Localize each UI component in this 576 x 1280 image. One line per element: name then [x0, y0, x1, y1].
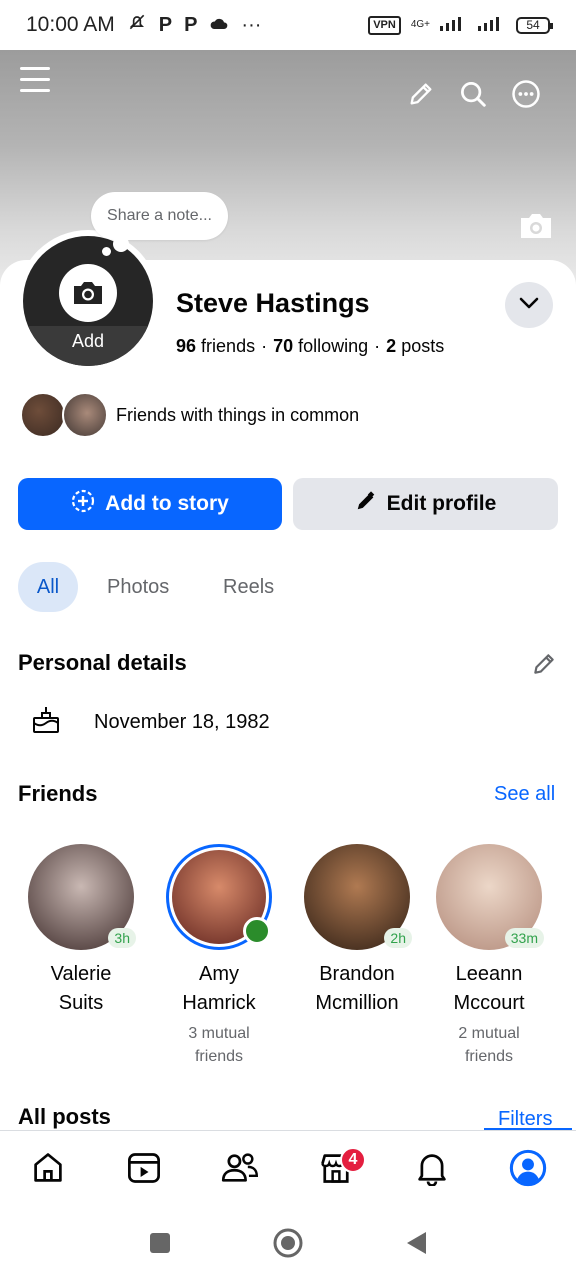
back-icon[interactable]	[404, 1230, 428, 1261]
friend-name-line1: Valerie	[50, 963, 112, 985]
notification-p-icon-2: P	[184, 13, 198, 36]
friends-in-common-text: Friends with things in common	[116, 404, 360, 425]
friend-avatar-4: 33m	[436, 844, 544, 950]
friend-avatar-2	[166, 844, 272, 950]
signal-icon	[440, 14, 468, 37]
friends-icon	[221, 1150, 259, 1191]
following-count[interactable]: 70	[273, 336, 293, 356]
nav-friends[interactable]	[192, 1131, 288, 1211]
friend-name-line2: Mcmillion	[315, 992, 399, 1014]
common-friend-avatar	[20, 392, 66, 438]
birthday-text: November 18, 1982	[94, 711, 270, 733]
bottom-nav: 4	[0, 1130, 576, 1210]
friend-name-line1: Amy	[199, 963, 239, 985]
friend-avatar-3: 2h	[304, 844, 412, 950]
tab-reels[interactable]: Reels	[223, 562, 274, 612]
home-circle-icon[interactable]	[272, 1227, 304, 1264]
friends-label[interactable]: friends	[201, 336, 255, 356]
note-bubble-tail-small	[102, 247, 111, 256]
note-bubble-tail	[113, 236, 129, 252]
profile-avatar[interactable]: Add	[17, 230, 159, 372]
recents-icon[interactable]	[148, 1231, 172, 1260]
video-icon	[126, 1150, 162, 1191]
tab-all[interactable]: All	[18, 562, 78, 612]
signal-icon-2	[478, 14, 506, 37]
menu-icon[interactable]	[17, 62, 53, 98]
status-bar: 10:00 AM P P ··· VPN 4G+ 54	[0, 0, 576, 50]
profile-icon	[509, 1149, 547, 1192]
search-icon[interactable]	[455, 76, 491, 112]
story-time-badge: 3h	[108, 928, 136, 948]
add-to-story-button[interactable]: Add to story	[18, 478, 282, 530]
nav-marketplace[interactable]: 4	[288, 1131, 384, 1211]
more-notifications: ···	[241, 13, 262, 36]
friend-avatar: 3h	[28, 844, 136, 950]
cover-camera-icon[interactable]	[518, 208, 554, 244]
profile-name: Steve Hastings	[176, 288, 370, 318]
mutual-friends-line2: friends	[464, 1048, 514, 1065]
mute-bell-icon	[127, 12, 147, 38]
home-icon	[30, 1150, 66, 1191]
mutual-friends-line1: 3 mutual	[188, 1025, 250, 1042]
friend-card-2[interactable]: Amy Hamrick 3 mutual friends	[154, 844, 284, 1068]
friend-card-3[interactable]: 2h Brandon Mcmillion	[292, 844, 422, 1018]
birthday-cake-icon	[30, 704, 62, 741]
story-time-badge: 2h	[384, 928, 412, 948]
mutual-friends-line1: 2 mutual	[458, 1025, 520, 1042]
friend-name-line1: Leeann	[455, 963, 523, 985]
nav-video[interactable]	[96, 1131, 192, 1211]
vpn-badge: VPN	[368, 15, 401, 35]
add-story-plus-icon	[71, 489, 95, 519]
edit-profile-label: Edit profile	[386, 492, 497, 515]
tab-photos[interactable]: Photos	[107, 562, 169, 612]
story-time-badge: 33m	[504, 928, 544, 948]
see-all-friends-link[interactable]: See all	[494, 783, 555, 806]
friend-name-line2: Hamrick	[182, 992, 256, 1014]
online-status-dot	[243, 917, 271, 945]
system-navigation	[0, 1210, 576, 1280]
battery-indicator: 54	[516, 16, 553, 34]
marketplace-badge: 4	[340, 1146, 366, 1173]
cloud-icon	[209, 14, 229, 37]
edit-details-icon[interactable]	[528, 648, 560, 680]
network-type: 4G+	[410, 19, 430, 30]
profile-stats: 96 friends · 70 following · 2 posts	[176, 336, 445, 356]
friend-name-line2: Suits	[58, 992, 104, 1014]
friend-card[interactable]: 3h Valerie Suits	[16, 844, 146, 1018]
add-to-story-label: Add to story	[105, 492, 229, 515]
mutual-friends-line2: friends	[194, 1048, 244, 1065]
common-friend-avatar-2	[62, 392, 108, 438]
notifications-icon	[414, 1150, 450, 1191]
more-options-icon[interactable]	[508, 76, 544, 112]
friend-card-4[interactable]: 33m Leeann Mccourt 2 mutual friends	[424, 844, 554, 1068]
birthday-row: November 18, 1982	[30, 704, 270, 741]
avatar-add-label: Add	[23, 326, 153, 366]
nav-home[interactable]	[0, 1131, 96, 1211]
nav-notifications[interactable]	[384, 1131, 480, 1211]
friends-count[interactable]: 96	[176, 336, 196, 356]
status-time: 10:00 AM	[26, 13, 115, 36]
friend-name-line1: Brandon	[319, 963, 395, 985]
nav-profile[interactable]	[480, 1131, 576, 1211]
pencil-icon	[355, 490, 377, 518]
posts-label[interactable]: posts	[401, 336, 444, 356]
share-note-bubble[interactable]: Share a note...	[91, 192, 228, 240]
friends-title: Friends	[18, 781, 98, 806]
profile-dropdown-button[interactable]	[505, 282, 553, 328]
camera-icon	[59, 264, 117, 322]
personal-details-title: Personal details	[18, 650, 187, 675]
edit-pencil-icon[interactable]	[403, 76, 439, 112]
chevron-down-icon	[518, 296, 540, 315]
notification-p-icon: P	[158, 13, 173, 36]
edit-profile-button[interactable]: Edit profile	[293, 478, 558, 530]
posts-count[interactable]: 2	[386, 336, 396, 356]
friend-name-line2: Mccourt	[453, 992, 525, 1014]
friends-in-common[interactable]: Friends with things in common	[20, 392, 359, 438]
all-posts-title: All posts	[18, 1104, 111, 1129]
following-label[interactable]: following	[298, 336, 368, 356]
